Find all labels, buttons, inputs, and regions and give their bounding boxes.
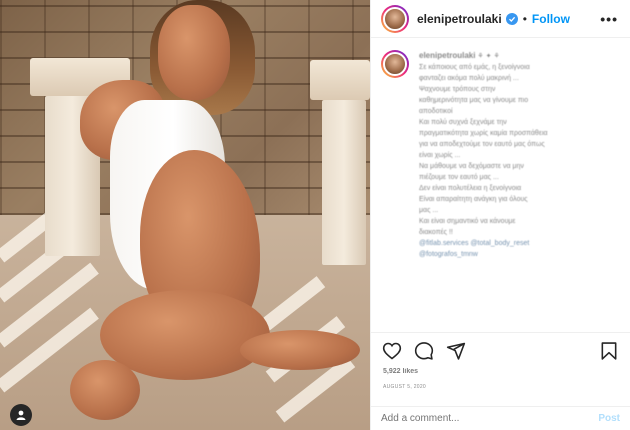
caption-line: Δεν είναι πολυτέλεια η ξενοίγνοια xyxy=(419,185,522,192)
face xyxy=(158,5,230,100)
comment-icon[interactable] xyxy=(413,340,435,362)
caption-line: πραγματικότητα χωρίς καμία προσπάθεια xyxy=(419,130,548,137)
caption-emoji-icons: ⚘ ✦ ⚘ xyxy=(477,53,500,60)
header-username[interactable]: elenipetroulaki xyxy=(417,12,502,26)
caption-line: αποδοτικοί xyxy=(419,108,453,115)
avatar[interactable] xyxy=(381,4,409,33)
caption-line: καθημερινότητα μας να γίνουμε πιο xyxy=(419,97,529,104)
bench-leg-right xyxy=(322,100,366,265)
caption-line: φανταζει ακόμα πολύ μακρινή ... xyxy=(419,75,519,82)
add-comment-bar: Post xyxy=(371,406,630,430)
action-bar xyxy=(371,332,630,368)
bench-top-right xyxy=(310,60,370,100)
likes-count[interactable]: 5,922 likes xyxy=(383,368,418,375)
bookmark-icon[interactable] xyxy=(598,340,620,362)
post-photo[interactable] xyxy=(0,0,370,430)
post-sidebar: elenipetroulaki • Follow ••• elenipetrou… xyxy=(370,0,630,430)
more-options-icon[interactable]: ••• xyxy=(600,11,618,27)
caption-line: Σε κάποιους από εμάς, η ξενοίγνοια xyxy=(419,64,530,71)
caption-line: διακοπές !! xyxy=(419,229,453,236)
caption-line: Και πολύ συχνά ξεχνάμε την xyxy=(419,119,507,126)
caption-mention[interactable]: @fitlab.services @total_body_reset xyxy=(419,238,548,249)
caption-line: για να αποδεχτούμε τον εαυτό μας όπως xyxy=(419,141,545,148)
caption-area: elenipetroulaki ⚘ ✦ ⚘ Σε κάποιους από εμ… xyxy=(371,38,630,332)
foot-left xyxy=(70,360,140,420)
caption-mention[interactable]: @fotografos_tmnw xyxy=(419,249,548,260)
comment-input[interactable] xyxy=(381,413,599,424)
verified-icon xyxy=(505,12,518,25)
header-separator: • xyxy=(522,11,527,26)
post-date: August 5, 2020 xyxy=(383,384,427,390)
caption-line: είναι χωρίς ... xyxy=(419,152,461,159)
follow-button[interactable]: Follow xyxy=(532,12,570,26)
post-header: elenipetroulaki • Follow ••• xyxy=(371,0,630,38)
caption-line: Να μάθουμε να δεχόμαστε να μην xyxy=(419,163,524,170)
user-tag-icon[interactable] xyxy=(10,404,32,426)
heart-icon[interactable] xyxy=(381,340,403,362)
foot xyxy=(240,330,360,370)
share-icon[interactable] xyxy=(445,340,467,362)
caption-line: Ψαχνουμε τρόπους στην xyxy=(419,86,496,93)
caption-line: Είναι απαραίτητη ανάγκη για όλους xyxy=(419,196,528,203)
caption-avatar[interactable] xyxy=(381,50,409,78)
caption-username[interactable]: elenipetroulaki xyxy=(419,51,475,60)
caption-line: μας ... xyxy=(419,207,439,214)
caption-text: elenipetroulaki ⚘ ✦ ⚘ Σε κάποιους από εμ… xyxy=(419,50,548,260)
caption-line: πιέζουμε τον εαυτό μας ... xyxy=(419,174,499,181)
caption-line: Και είναι σημαντικό να κάνουμε xyxy=(419,218,516,225)
post-button[interactable]: Post xyxy=(598,413,620,424)
